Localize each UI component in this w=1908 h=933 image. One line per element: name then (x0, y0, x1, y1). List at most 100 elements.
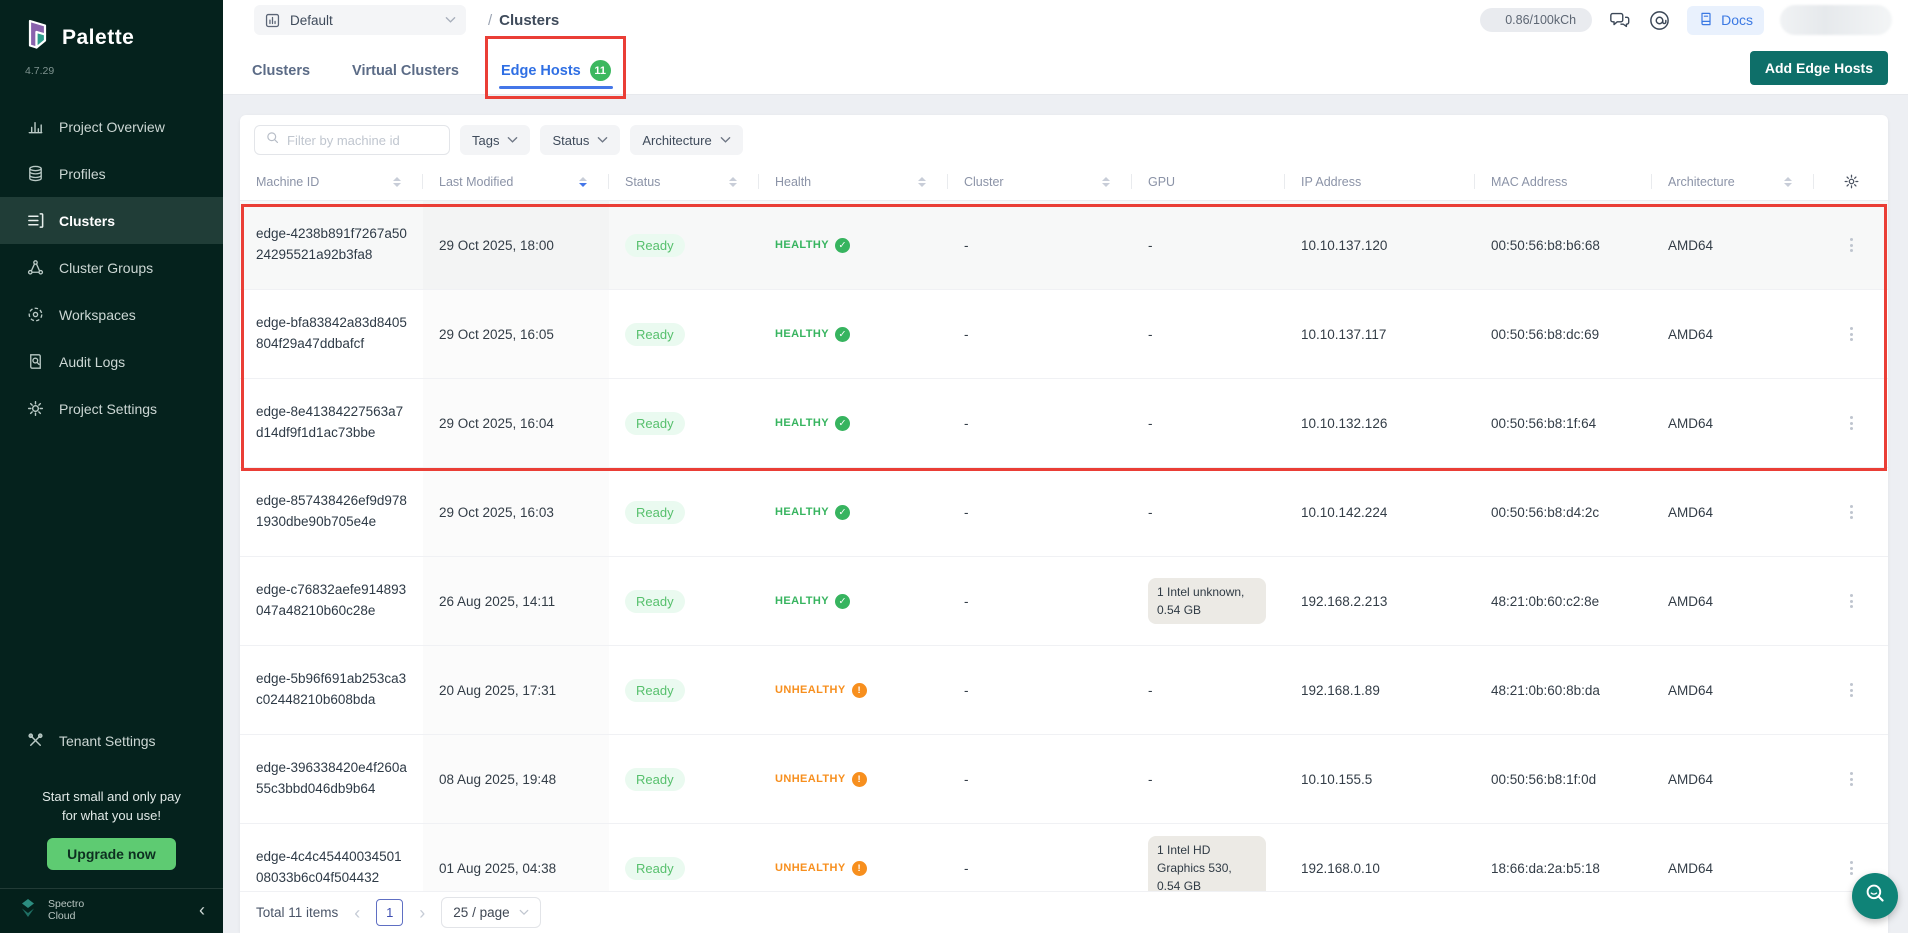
gpu-cell: - (1132, 468, 1285, 556)
column-header-cluster[interactable]: Cluster (948, 163, 1132, 200)
tab-clusters[interactable]: Clusters (250, 40, 312, 95)
ip-address-cell: 10.10.137.120 (1285, 201, 1475, 289)
page-size-select[interactable]: 25 / page (441, 897, 540, 928)
health-cell: UNHEALTHY! (759, 735, 948, 823)
column-header-machine-id[interactable]: Machine ID (240, 163, 423, 200)
sidebar-item-cluster-groups[interactable]: Cluster Groups (0, 244, 223, 291)
tabs-row: Clusters Virtual Clusters Edge Hosts 11 … (223, 40, 1908, 95)
column-header-gpu: GPU (1132, 163, 1285, 200)
cluster-cell: - (948, 646, 1132, 734)
table-row[interactable]: edge-396338420e4f260a55c3bbd046db9b6408 … (240, 735, 1888, 824)
upgrade-now-button[interactable]: Upgrade now (47, 838, 176, 870)
sort-carets-icon[interactable] (1784, 177, 1804, 187)
sidebar-item-clusters[interactable]: Clusters (0, 197, 223, 244)
machine-id-cell[interactable]: edge-4c4c4544003450108033b6c04f504432 (240, 824, 423, 891)
sidebar-item-project-settings[interactable]: Project Settings (0, 385, 223, 432)
table-row[interactable]: edge-5b96f691ab253ca3c02448210b608bda20 … (240, 646, 1888, 735)
machine-id-cell[interactable]: edge-4238b891f7267a5024295521a92b3fa8 (240, 201, 423, 289)
column-settings-gear-icon[interactable] (1814, 163, 1888, 200)
project-selector[interactable]: Default (254, 5, 466, 35)
search-input[interactable] (287, 133, 439, 148)
machine-id-cell[interactable]: edge-396338420e4f260a55c3bbd046db9b64 (240, 735, 423, 823)
clusters-icon (25, 211, 45, 231)
status-cell: Ready (609, 290, 759, 378)
column-header-architecture[interactable]: Architecture (1652, 163, 1814, 200)
row-actions-kebab-icon[interactable] (1846, 501, 1857, 523)
spectro-cloud-logo-icon (16, 896, 40, 925)
column-header-health[interactable]: Health (759, 163, 948, 200)
table-row[interactable]: edge-bfa83842a83d8405804f29a47ddbafcf29 … (240, 290, 1888, 379)
sidebar-item-tenant-settings[interactable]: Tenant Settings (0, 717, 223, 764)
brand-name: Spectro Cloud (48, 898, 84, 922)
sort-carets-icon[interactable] (579, 177, 599, 187)
machine-id-cell[interactable]: edge-bfa83842a83d8405804f29a47ddbafcf (240, 290, 423, 378)
project-settings-icon (25, 399, 45, 419)
status-cell: Ready (609, 646, 759, 734)
filter-dropdown-tags[interactable]: Tags (460, 125, 530, 155)
table-row[interactable]: edge-857438426ef9d9781930dbe90b705e4e29 … (240, 468, 1888, 557)
compass-at-icon[interactable] (1648, 9, 1671, 32)
table-row[interactable]: edge-8e41384227563a7d14df9f1d1ac73bbe29 … (240, 379, 1888, 468)
table-row[interactable]: edge-c76832aefe914893047a48210b60c28e26 … (240, 557, 1888, 646)
chevron-down-icon (519, 909, 529, 916)
ip-address-cell: 10.10.132.126 (1285, 379, 1475, 467)
table-row[interactable]: edge-4c4c4544003450108033b6c04f50443201 … (240, 824, 1888, 891)
health-cell: HEALTHY✓ (759, 201, 948, 289)
machine-id-search (254, 125, 450, 155)
architecture-cell: AMD64 (1652, 824, 1814, 891)
row-actions-kebab-icon[interactable] (1846, 679, 1857, 701)
architecture-cell: AMD64 (1652, 468, 1814, 556)
machine-id-cell[interactable]: edge-c76832aefe914893047a48210b60c28e (240, 557, 423, 645)
chevron-down-icon (507, 136, 518, 144)
support-chat-button[interactable] (1852, 873, 1898, 919)
sidebar-item-audit-logs[interactable]: Audit Logs (0, 338, 223, 385)
row-actions-cell (1814, 379, 1888, 467)
filter-bar: Tags Status Architecture (240, 115, 1888, 163)
machine-id-cell[interactable]: edge-5b96f691ab253ca3c02448210b608bda (240, 646, 423, 734)
sort-carets-icon[interactable] (729, 177, 749, 187)
check-circle-icon: ✓ (835, 594, 850, 609)
health-cell: HEALTHY✓ (759, 379, 948, 467)
sort-carets-icon[interactable] (918, 177, 938, 187)
current-page-button[interactable]: 1 (376, 899, 403, 926)
row-actions-kebab-icon[interactable] (1846, 590, 1857, 612)
cluster-cell: - (948, 468, 1132, 556)
tab-edge-hosts[interactable]: Edge Hosts 11 (499, 40, 613, 95)
breadcrumb-label[interactable]: Clusters (499, 12, 559, 29)
sidebar-item-workspaces[interactable]: Workspaces (0, 291, 223, 338)
last-modified-cell: 08 Aug 2025, 19:48 (423, 735, 609, 823)
row-actions-kebab-icon[interactable] (1846, 412, 1857, 434)
row-actions-kebab-icon[interactable] (1846, 323, 1857, 345)
sort-carets-icon[interactable] (1102, 177, 1122, 187)
health-cell: UNHEALTHY! (759, 824, 948, 891)
user-menu-blurred[interactable] (1780, 5, 1892, 35)
chat-bubbles-icon[interactable] (1608, 9, 1632, 31)
filter-dropdown-status[interactable]: Status (540, 125, 620, 155)
machine-id-cell[interactable]: edge-8e41384227563a7d14df9f1d1ac73bbe (240, 379, 423, 467)
chevron-down-icon (445, 16, 456, 24)
row-actions-kebab-icon[interactable] (1846, 768, 1857, 790)
table-row[interactable]: edge-4238b891f7267a5024295521a92b3fa829 … (240, 201, 1888, 290)
search-icon (265, 130, 280, 150)
chevron-down-icon (597, 136, 608, 144)
mac-address-cell: 00:50:56:b8:1f:64 (1475, 379, 1652, 467)
row-actions-kebab-icon[interactable] (1846, 857, 1857, 879)
warning-circle-icon: ! (852, 861, 867, 876)
docs-button[interactable]: Docs (1687, 6, 1764, 35)
machine-id-cell[interactable]: edge-857438426ef9d9781930dbe90b705e4e (240, 468, 423, 556)
sidebar-collapse-icon[interactable]: ‹ (199, 901, 205, 919)
sort-carets-icon[interactable] (393, 177, 413, 187)
check-circle-icon: ✓ (835, 327, 850, 342)
row-actions-kebab-icon[interactable] (1846, 234, 1857, 256)
add-edge-hosts-button[interactable]: Add Edge Hosts (1750, 51, 1888, 85)
filter-dropdowns: Tags Status Architecture (460, 125, 743, 155)
sidebar-item-profiles[interactable]: Profiles (0, 150, 223, 197)
filter-dropdown-architecture[interactable]: Architecture (630, 125, 742, 155)
prev-page-icon[interactable]: ‹ (352, 904, 362, 922)
sidebar-item-project-overview[interactable]: Project Overview (0, 103, 223, 150)
column-header-last-modified[interactable]: Last Modified (423, 163, 609, 200)
next-page-icon[interactable]: › (417, 904, 427, 922)
tab-virtual-clusters[interactable]: Virtual Clusters (350, 40, 461, 95)
column-header-status[interactable]: Status (609, 163, 759, 200)
last-modified-cell: 29 Oct 2025, 16:03 (423, 468, 609, 556)
